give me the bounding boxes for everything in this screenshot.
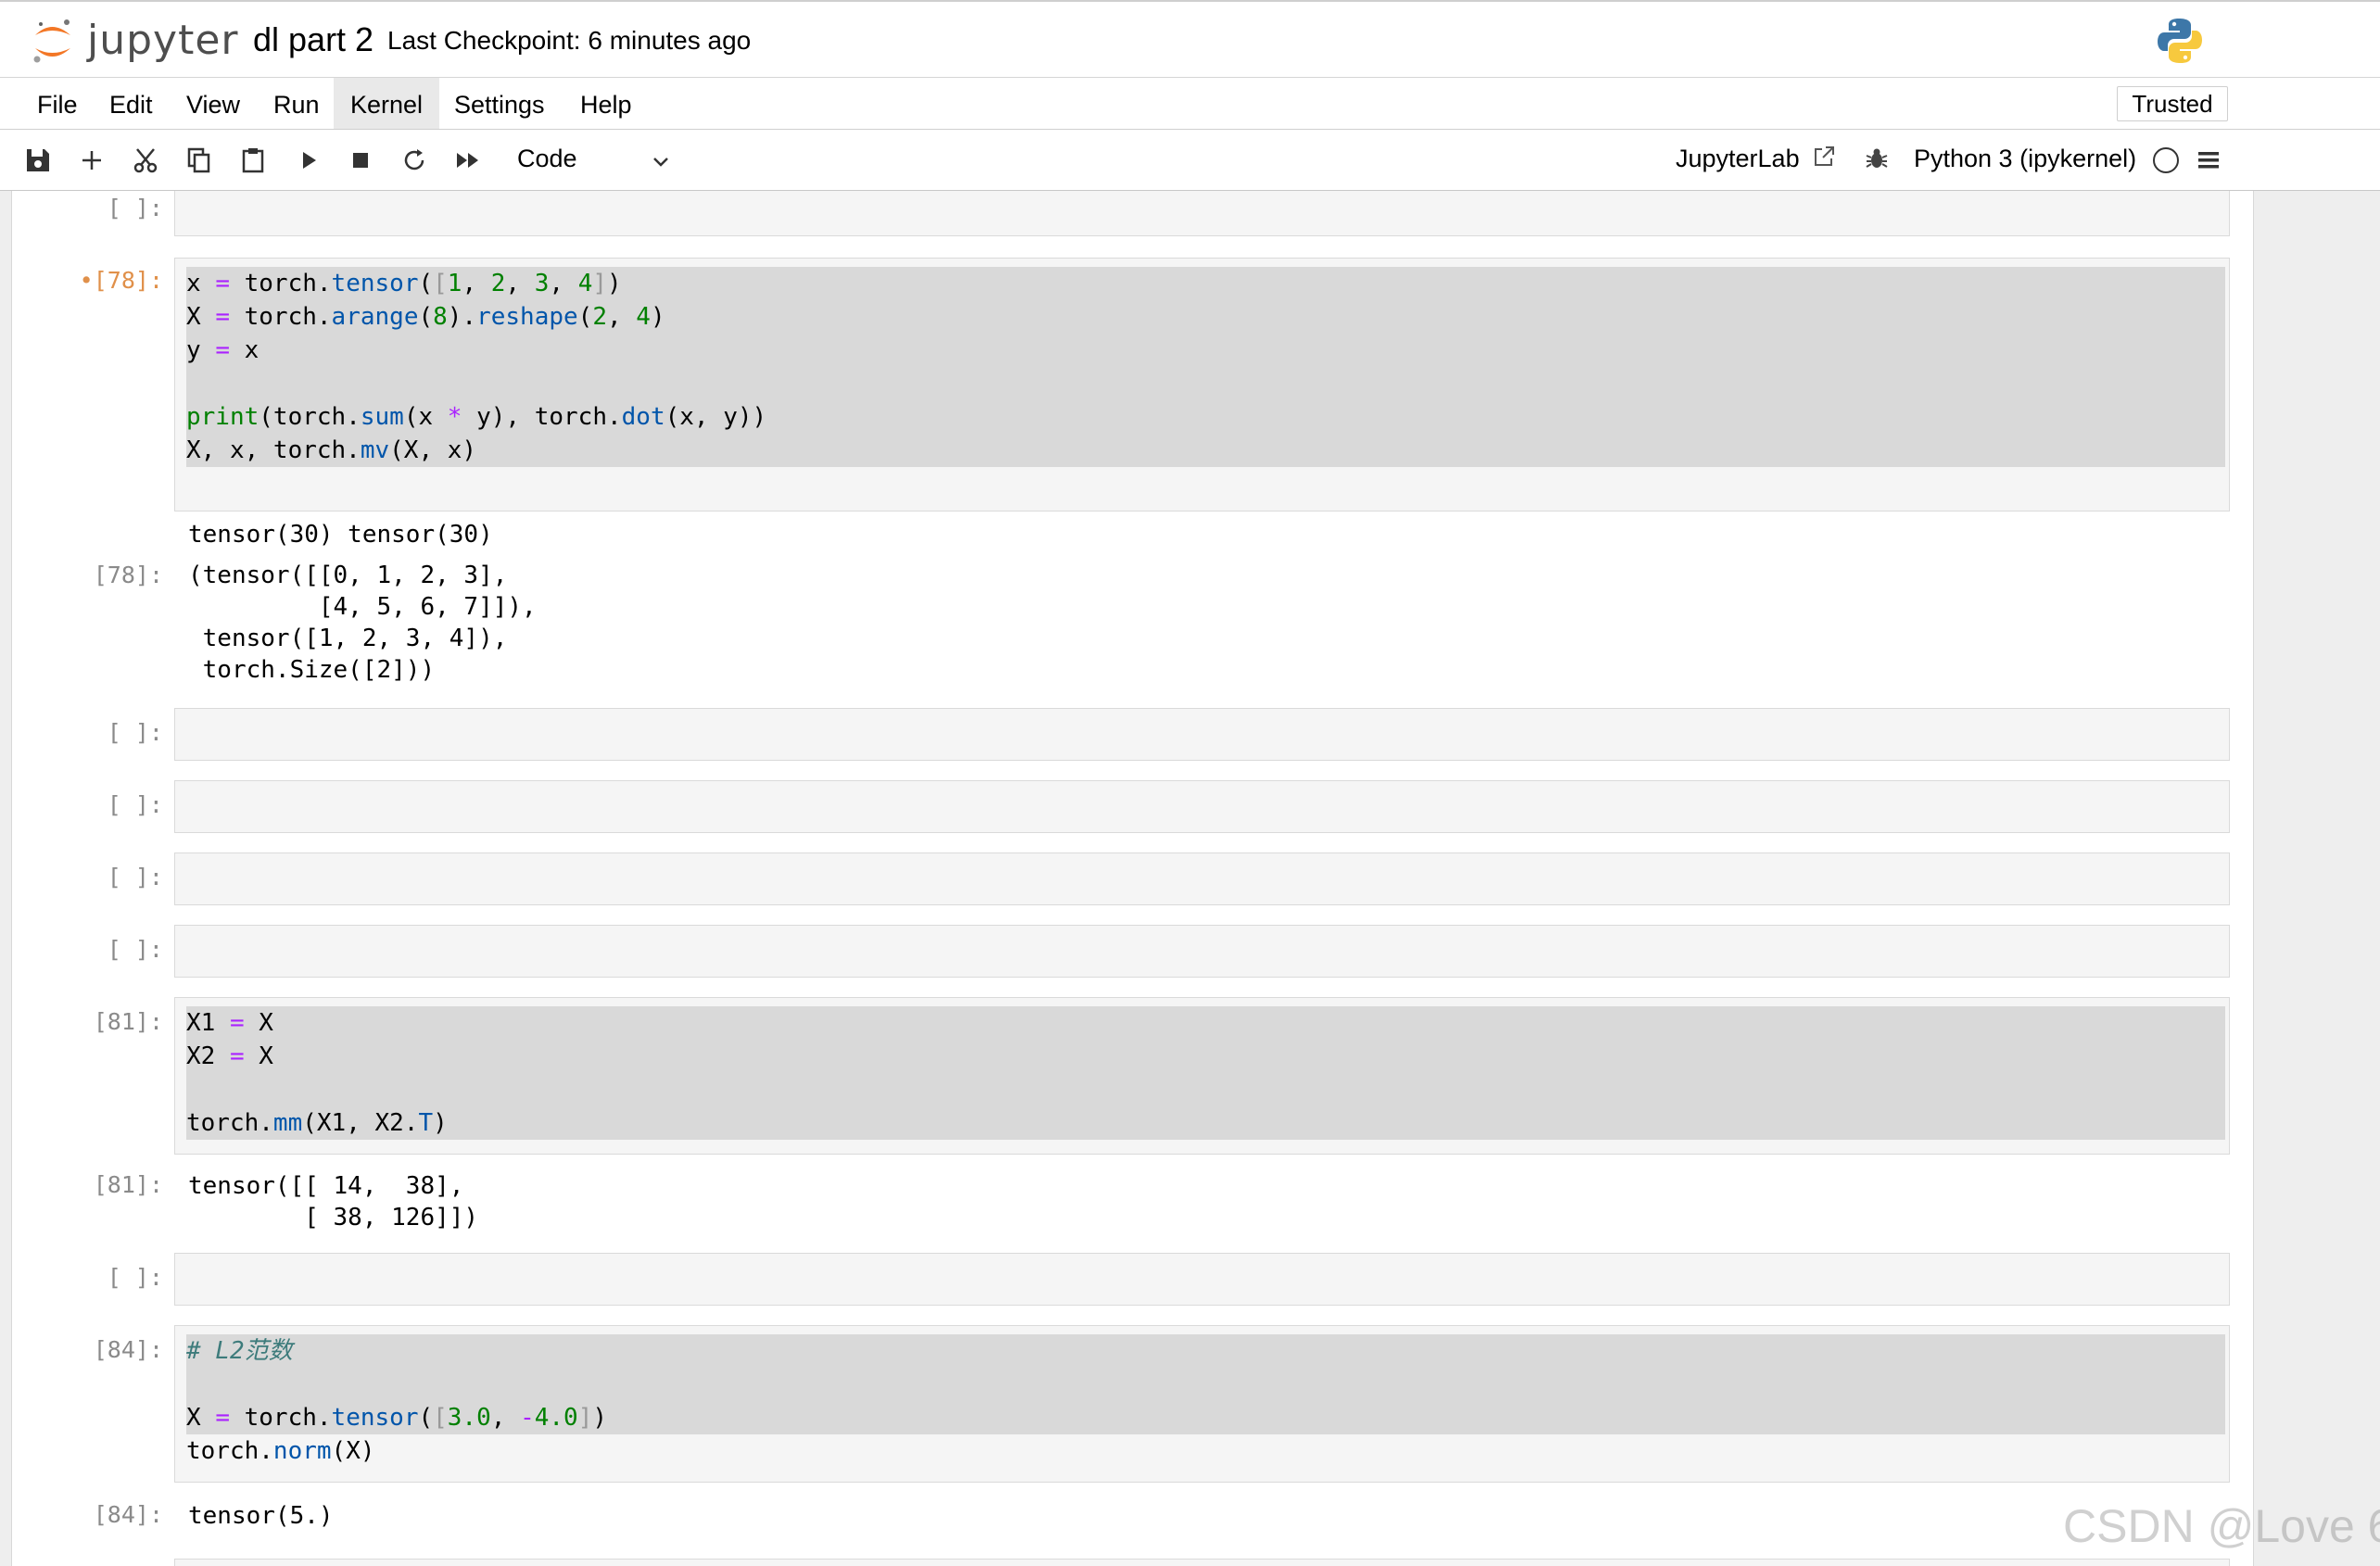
python-logo-icon <box>2158 19 2202 63</box>
code-editor[interactable]: x = torch.tensor([1, 2, 3, 4]) X = torch… <box>186 267 2225 467</box>
chevron-down-icon[interactable] <box>649 150 673 174</box>
save-icon[interactable] <box>24 146 52 174</box>
code-content: torch.norm(X) <box>186 1437 375 1465</box>
code-editor[interactable]: # L2范数 X = torch.tensor([3.0, -4.0]) <box>186 1334 2225 1434</box>
notebook-panel: [ ]: •[78]: x = torch.tensor([1, 2, 3, 4… <box>11 191 2254 1566</box>
copy-icon[interactable] <box>185 146 213 174</box>
output-prompt: [81]: <box>93 1171 163 1198</box>
cell-prompt: [84]: <box>93 1336 163 1363</box>
jupyter-logo[interactable]: jupyter <box>32 15 245 67</box>
code-editor[interactable]: X1 = X X2 = X torch.mm(X1, X2.T) <box>186 1006 2225 1140</box>
output-prompt: [84]: <box>93 1501 163 1528</box>
stop-icon[interactable] <box>347 146 374 174</box>
cell-prompt: [ ]: <box>107 1264 163 1291</box>
kernel-idle-icon <box>2153 147 2179 173</box>
external-link-icon[interactable] <box>1811 144 1837 170</box>
run-icon[interactable] <box>295 146 323 174</box>
cell-prompt: [ ]: <box>107 936 163 963</box>
cell-output: tensor(5.) <box>188 1502 334 1530</box>
fast-forward-icon[interactable] <box>454 146 482 174</box>
add-icon[interactable] <box>78 146 106 174</box>
kernel-name[interactable]: Python 3 (ipykernel) <box>1914 145 2136 173</box>
code-cell-empty[interactable] <box>174 1253 2230 1306</box>
menu-edit[interactable]: Edit <box>93 78 170 129</box>
cell-output: (tensor([[0, 1, 2, 3], [4, 5, 6, 7]]), t… <box>188 562 537 684</box>
cell-prompt: [ ]: <box>107 791 163 818</box>
restart-icon[interactable] <box>400 146 428 174</box>
code-cell[interactable]: # L2范数 X = torch.tensor([3.0, -4.0]) tor… <box>174 1325 2230 1483</box>
cell-type-select[interactable]: Code <box>517 145 577 173</box>
bug-icon[interactable] <box>1863 145 1891 172</box>
watermark: CSDN @Love 6 <box>2063 1500 2380 1552</box>
menu-settings[interactable]: Settings <box>437 78 562 129</box>
menu-bar: File Edit View Run Kernel Settings Help … <box>0 78 2380 130</box>
cell-output: tensor([[ 14, 38], [ 38, 126]]) <box>188 1172 479 1231</box>
code-cell[interactable]: x = torch.tensor([1, 2, 3, 4]) X = torch… <box>174 258 2230 511</box>
cell-prompt: [ ]: <box>107 864 163 890</box>
notebook-title[interactable]: dl part 2 <box>253 20 373 59</box>
code-cell-empty[interactable] <box>174 780 2230 833</box>
notebook-toolbar: Code JupyterLab Python 3 (ipykernel) <box>0 130 2380 191</box>
code-content: x = torch.tensor([1, 2, 3, 4]) X = torch… <box>186 270 767 464</box>
cell-prompt: [ ]: <box>107 719 163 746</box>
code-cell-empty[interactable] <box>174 852 2230 905</box>
top-header: jupyter dl part 2 Last Checkpoint: 6 min… <box>0 0 2380 78</box>
code-cell-empty[interactable] <box>174 925 2230 978</box>
jupyter-logo-text: jupyter <box>87 17 239 64</box>
jupyter-logo-icon <box>33 19 70 63</box>
menu-file[interactable]: File <box>20 78 95 129</box>
checkpoint-status: Last Checkpoint: 6 minutes ago <box>387 26 752 55</box>
paste-icon[interactable] <box>239 146 267 174</box>
menu-icon[interactable] <box>2196 148 2221 172</box>
stdout-output: tensor(30) tensor(30) <box>188 521 493 549</box>
cell-prompt: [ ]: <box>107 195 163 221</box>
code-cell-empty[interactable] <box>174 1559 2230 1566</box>
trusted-indicator[interactable]: Trusted <box>2117 86 2228 121</box>
cut-icon[interactable] <box>132 146 159 174</box>
cell-prompt: [81]: <box>93 1008 163 1035</box>
code-cell[interactable]: X1 = X X2 = X torch.mm(X1, X2.T) <box>174 997 2230 1155</box>
menu-run[interactable]: Run <box>257 78 336 129</box>
cell-prompt-modified: •[78]: <box>79 267 163 294</box>
menu-kernel[interactable]: Kernel <box>334 78 440 129</box>
jupyterlab-link[interactable]: JupyterLab <box>1676 145 1800 173</box>
menu-help[interactable]: Help <box>563 78 649 129</box>
code-cell-empty[interactable] <box>174 708 2230 761</box>
menu-view[interactable]: View <box>170 78 257 129</box>
code-content: X1 = X X2 = X torch.mm(X1, X2.T) <box>186 1009 448 1137</box>
output-prompt: [78]: <box>93 562 163 588</box>
code-cell-empty[interactable] <box>174 191 2230 236</box>
code-content: # L2范数 X = torch.tensor([3.0, -4.0]) <box>186 1337 607 1432</box>
